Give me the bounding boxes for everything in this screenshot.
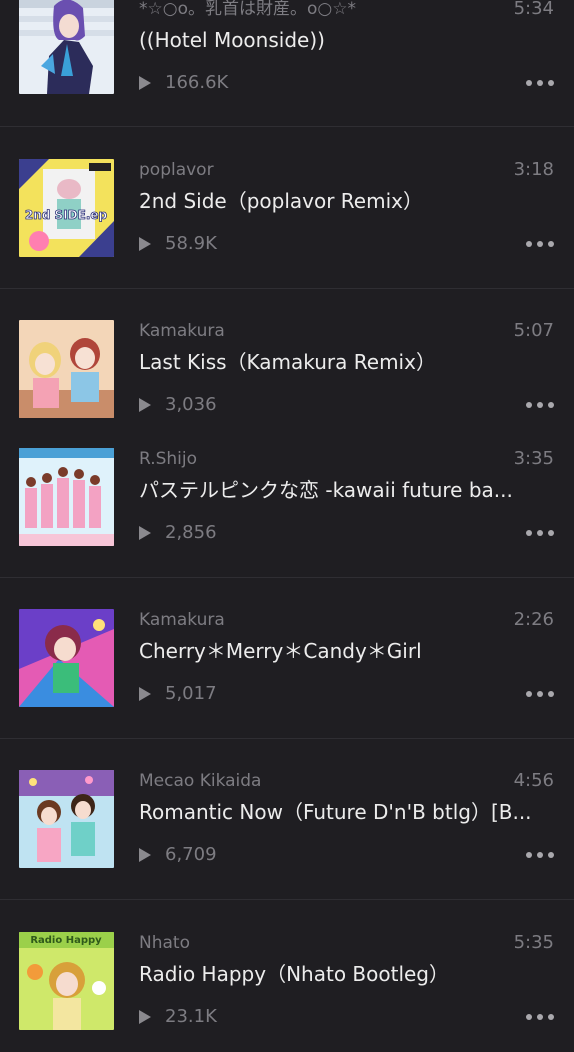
track-item[interactable]: Radio Happy Nhato 5:35 Radio Happy（Nhato… — [0, 932, 574, 1052]
track-duration: 3:18 — [513, 159, 554, 180]
divider — [0, 126, 574, 127]
play-icon — [139, 237, 151, 251]
play-count: 5,017 — [165, 683, 217, 704]
play-count: 2,856 — [165, 522, 217, 543]
divider — [0, 577, 574, 578]
track-artwork[interactable] — [19, 0, 114, 94]
divider — [0, 899, 574, 900]
track-artwork[interactable] — [19, 320, 114, 418]
track-artist[interactable]: *☆○o。乳首は財産。o○☆* — [139, 0, 356, 20]
track-title[interactable]: パステルピンクな恋 -kawaii future ba... — [139, 477, 551, 503]
play-count-row: 23.1K — [139, 1005, 217, 1029]
track-title[interactable]: 2nd Side（poplavor Remix） — [139, 188, 551, 214]
play-icon — [139, 76, 151, 90]
more-options-icon[interactable] — [526, 239, 554, 249]
artwork-text: 2nd SIDE.ep — [25, 208, 108, 222]
play-count-row: 2,856 — [139, 521, 217, 545]
divider — [0, 738, 574, 739]
track-item[interactable]: Kamakura 5:07 Last Kiss（Kamakura Remix） … — [0, 320, 574, 440]
track-item[interactable]: Mecao Kikaida 4:56 Romantic Now（Future D… — [0, 770, 574, 890]
track-artist[interactable]: R.Shijo — [139, 448, 197, 470]
play-count: 58.9K — [165, 233, 217, 254]
track-duration: 5:34 — [513, 0, 554, 19]
play-icon — [139, 848, 151, 862]
track-title[interactable]: Last Kiss（Kamakura Remix） — [139, 349, 551, 375]
more-options-icon[interactable] — [526, 689, 554, 699]
track-artwork[interactable]: 2nd SIDE.ep — [19, 159, 114, 257]
more-options-icon[interactable] — [526, 400, 554, 410]
play-icon — [139, 398, 151, 412]
track-title[interactable]: Romantic Now（Future D'n'B btlg）[B... — [139, 799, 551, 825]
track-artist[interactable]: Kamakura — [139, 609, 225, 631]
more-options-icon[interactable] — [526, 1012, 554, 1022]
track-duration: 5:35 — [513, 932, 554, 953]
track-artwork[interactable] — [19, 609, 114, 707]
play-count: 166.6K — [165, 72, 229, 93]
play-count-row: 6,709 — [139, 843, 217, 867]
more-options-icon[interactable] — [526, 850, 554, 860]
track-artist[interactable]: Nhato — [139, 932, 190, 954]
play-count: 6,709 — [165, 844, 217, 865]
play-count-row: 166.6K — [139, 71, 228, 95]
artwork-text: Radio Happy — [30, 935, 102, 946]
track-item[interactable]: R.Shijo 3:35 パステルピンクな恋 -kawaii future ba… — [0, 448, 574, 568]
track-title[interactable]: ((Hotel Moonside)) — [139, 27, 551, 53]
track-duration: 4:56 — [513, 770, 554, 791]
track-artwork[interactable]: Radio Happy — [19, 932, 114, 1030]
track-artwork[interactable] — [19, 770, 114, 868]
track-artwork[interactable] — [19, 448, 114, 546]
track-item[interactable]: *☆○o。乳首は財産。o○☆* 5:34 ((Hotel Moonside)) … — [0, 0, 574, 120]
play-icon — [139, 1010, 151, 1024]
play-count-row: 5,017 — [139, 682, 217, 706]
track-item[interactable]: Kamakura 2:26 Cherry＊Merry＊Candy＊Girl 5,… — [0, 609, 574, 729]
track-artist[interactable]: Kamakura — [139, 320, 225, 342]
track-duration: 2:26 — [513, 609, 554, 630]
track-list: *☆○o。乳首は財産。o○☆* 5:34 ((Hotel Moonside)) … — [0, 0, 574, 1030]
more-options-icon[interactable] — [526, 78, 554, 88]
play-count: 3,036 — [165, 394, 217, 415]
track-title[interactable]: Cherry＊Merry＊Candy＊Girl — [139, 638, 551, 664]
track-duration: 3:35 — [513, 448, 554, 469]
play-count-row: 3,036 — [139, 393, 217, 417]
play-count-row: 58.9K — [139, 232, 217, 256]
track-artist[interactable]: Mecao Kikaida — [139, 770, 261, 792]
play-icon — [139, 687, 151, 701]
play-icon — [139, 526, 151, 540]
track-artist[interactable]: poplavor — [139, 159, 214, 181]
more-options-icon[interactable] — [526, 528, 554, 538]
divider — [0, 288, 574, 289]
track-duration: 5:07 — [513, 320, 554, 341]
track-item[interactable]: 2nd SIDE.ep poplavor 3:18 2nd Side（popla… — [0, 159, 574, 279]
track-title[interactable]: Radio Happy（Nhato Bootleg） — [139, 961, 551, 987]
play-count: 23.1K — [165, 1006, 217, 1027]
